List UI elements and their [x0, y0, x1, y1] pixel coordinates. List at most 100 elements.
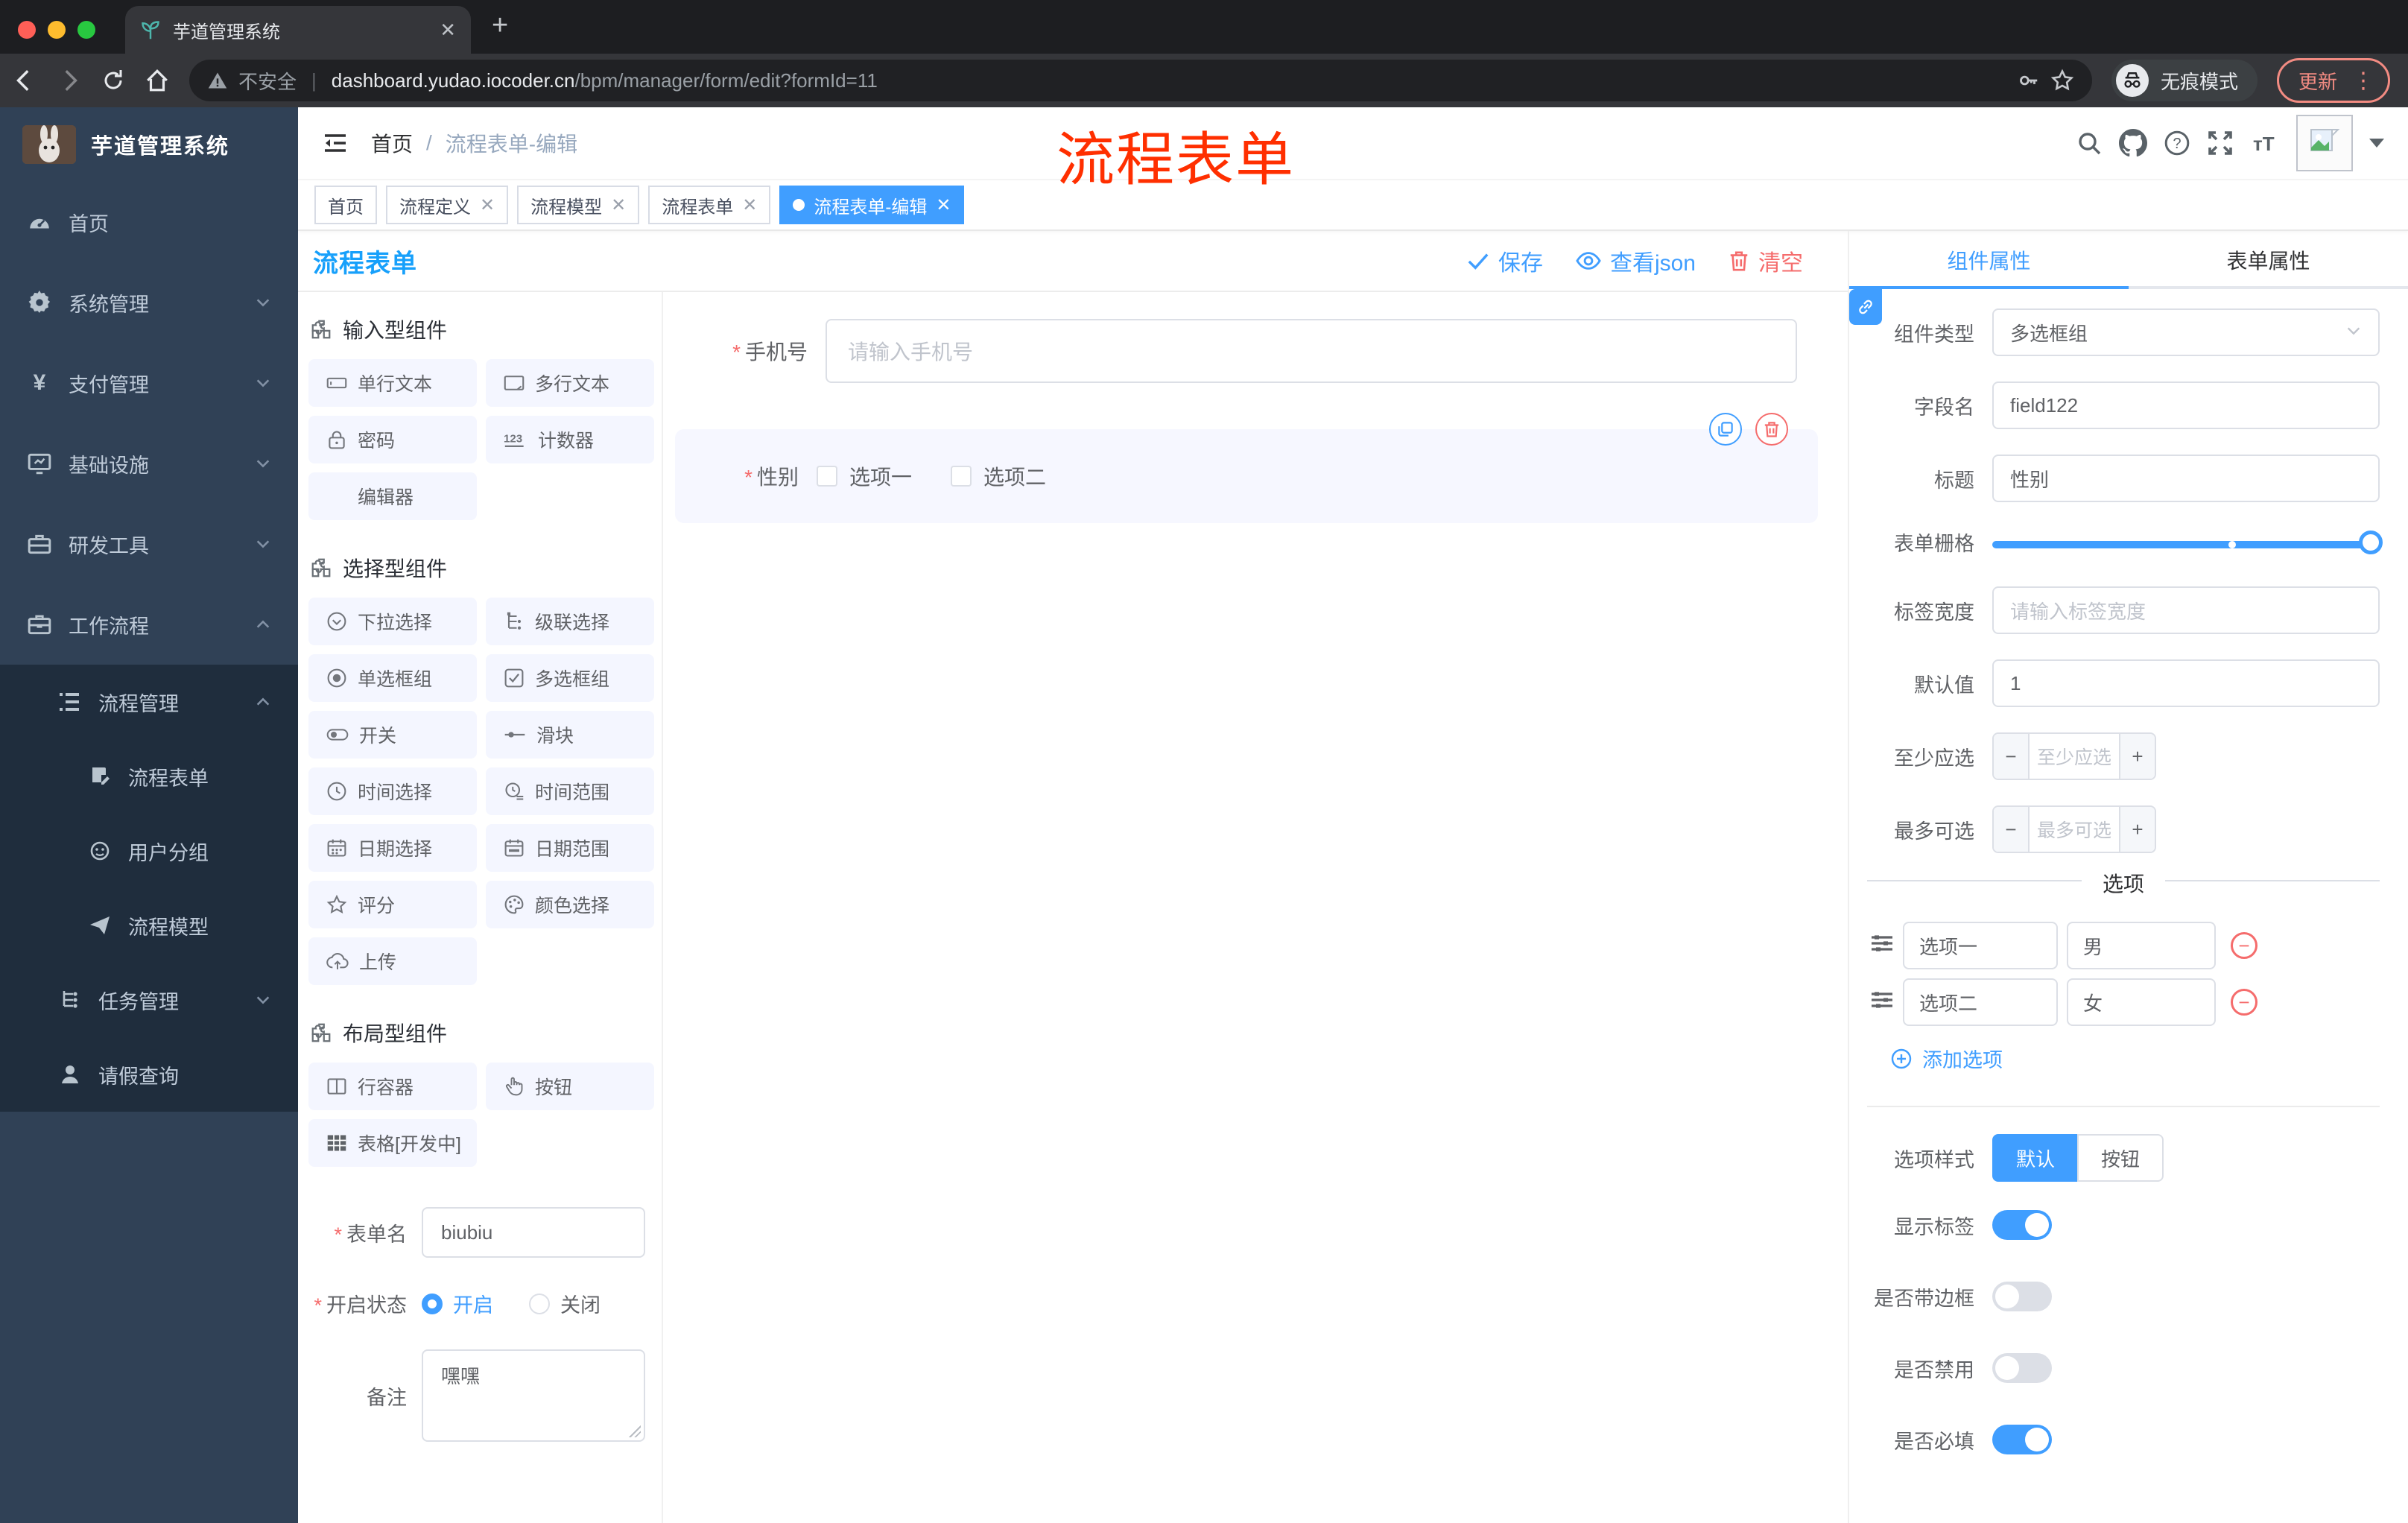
slider-handle[interactable]: [2359, 530, 2383, 554]
style-button-button[interactable]: 按钮: [2077, 1134, 2164, 1182]
title-input[interactable]: 性别: [1992, 455, 2380, 502]
component-chip-select[interactable]: 下拉选择: [308, 598, 477, 645]
reload-icon[interactable]: [101, 69, 125, 92]
min-select-placeholder[interactable]: 至少应选: [2030, 734, 2119, 779]
sidebar-item-workflow[interactable]: 工作流程: [0, 584, 298, 665]
link-field-button[interactable]: [1849, 289, 1882, 325]
sidebar-item-task-mgmt[interactable]: 任务管理: [0, 963, 298, 1037]
clear-button[interactable]: 清空: [1729, 244, 1803, 277]
status-radio-on[interactable]: 开启: [422, 1289, 493, 1318]
copy-component-button[interactable]: [1709, 413, 1742, 446]
component-chip-row-container[interactable]: 行容器: [308, 1063, 477, 1110]
field-name-input[interactable]: field122: [1992, 381, 2380, 429]
component-chip-time-range[interactable]: 时间范围: [486, 767, 654, 815]
drag-handle-icon[interactable]: [1870, 933, 1894, 959]
remove-option-button[interactable]: −: [2231, 932, 2258, 959]
component-chip-table[interactable]: 表格[开发中]: [308, 1119, 477, 1167]
form-canvas[interactable]: * 手机号 请输入手机号 * 性别 选项一 选项二: [663, 292, 1848, 1523]
sidebar-item-payment[interactable]: ¥ 支付管理: [0, 343, 298, 423]
drag-handle-icon[interactable]: [1870, 990, 1894, 1016]
fullscreen-icon[interactable]: [2207, 130, 2234, 156]
new-tab-button[interactable]: +: [471, 10, 508, 54]
sidebar-item-devtools[interactable]: 研发工具: [0, 504, 298, 584]
tab-close-icon[interactable]: ✕: [440, 20, 456, 39]
close-window-button[interactable]: [18, 21, 36, 39]
sidebar-item-process-mgmt[interactable]: 流程管理: [0, 665, 298, 739]
style-default-button[interactable]: 默认: [1992, 1134, 2078, 1182]
required-switch[interactable]: [1992, 1425, 2052, 1454]
help-icon[interactable]: ?: [2164, 130, 2190, 156]
component-chip-password[interactable]: 密码: [308, 416, 477, 463]
avatar[interactable]: [2296, 115, 2353, 171]
component-chip-upload[interactable]: 上传: [308, 937, 477, 985]
tag-process-definition[interactable]: 流程定义 ✕: [386, 186, 509, 224]
form-name-input[interactable]: biubiu: [422, 1207, 645, 1258]
tag-home[interactable]: 首页: [314, 186, 377, 224]
component-chip-color-picker[interactable]: 颜色选择: [486, 881, 654, 928]
component-type-select[interactable]: 多选框组: [1992, 308, 2380, 356]
back-icon[interactable]: [12, 68, 37, 93]
sidebar-item-process-form[interactable]: 流程表单: [0, 739, 298, 814]
component-chip-radio-group[interactable]: 单选框组: [308, 654, 477, 702]
github-icon[interactable]: [2119, 129, 2147, 157]
component-chip-counter[interactable]: 123 计数器: [486, 416, 654, 463]
font-size-icon[interactable]: тT: [2250, 130, 2280, 156]
tag-close-icon[interactable]: ✕: [936, 194, 951, 216]
option-label-input[interactable]: 选项一: [1903, 922, 2058, 969]
default-value-input[interactable]: 1: [1992, 659, 2380, 707]
stepper-minus-icon[interactable]: −: [1994, 807, 2030, 852]
show-label-switch[interactable]: [1992, 1210, 2052, 1240]
option-label-input[interactable]: 选项二: [1903, 978, 2058, 1026]
sidebar-item-system[interactable]: 系统管理: [0, 262, 298, 343]
sidebar-item-leave-query[interactable]: 请假查询: [0, 1037, 298, 1112]
status-radio-off[interactable]: 关闭: [529, 1289, 601, 1318]
add-option-button[interactable]: 添加选项: [1891, 1044, 2380, 1073]
gender-option-2[interactable]: 选项二: [951, 461, 1046, 491]
tag-close-icon[interactable]: ✕: [742, 194, 757, 216]
stepper-plus-icon[interactable]: +: [2119, 734, 2155, 779]
component-chip-rate[interactable]: 评分: [308, 881, 477, 928]
window-controls[interactable]: [0, 21, 113, 54]
component-chip-cascader[interactable]: 级联选择: [486, 598, 654, 645]
component-chip-switch[interactable]: 开关: [308, 711, 477, 759]
remove-option-button[interactable]: −: [2231, 989, 2258, 1016]
component-chip-slider[interactable]: 滑块: [486, 711, 654, 759]
component-chip-date-picker[interactable]: 日期选择: [308, 824, 477, 872]
component-chip-checkbox-group[interactable]: 多选框组: [486, 654, 654, 702]
gender-option-1[interactable]: 选项一: [817, 461, 912, 491]
phone-input[interactable]: 请输入手机号: [826, 319, 1797, 383]
home-icon[interactable]: [145, 68, 170, 93]
sidebar-item-infra[interactable]: 基础设施: [0, 423, 298, 504]
stepper-plus-icon[interactable]: +: [2119, 807, 2155, 852]
save-button[interactable]: 保存: [1467, 244, 1543, 277]
browser-tab[interactable]: 芋道管理系统 ✕: [125, 6, 471, 54]
component-chip-date-range[interactable]: 日期范围: [486, 824, 654, 872]
min-select-stepper[interactable]: − 至少应选 +: [1992, 732, 2156, 780]
option-value-input[interactable]: 男: [2067, 922, 2216, 969]
sidebar-item-home[interactable]: 首页: [0, 182, 298, 262]
forward-icon[interactable]: [57, 68, 82, 93]
sidebar-item-process-model[interactable]: 流程模型: [0, 888, 298, 963]
stepper-minus-icon[interactable]: −: [1994, 734, 2030, 779]
minimize-window-button[interactable]: [48, 21, 66, 39]
component-chip-button[interactable]: 按钮: [486, 1063, 654, 1110]
component-chip-time-picker[interactable]: 时间选择: [308, 767, 477, 815]
resize-grip-icon[interactable]: [629, 1425, 641, 1437]
bookmark-star-icon[interactable]: [2050, 69, 2074, 92]
max-select-stepper[interactable]: − 最多可选 +: [1992, 805, 2156, 853]
border-switch[interactable]: [1992, 1282, 2052, 1311]
checkbox-icon[interactable]: [817, 466, 837, 487]
caret-down-icon[interactable]: [2369, 137, 2384, 149]
password-key-icon[interactable]: [2018, 69, 2040, 92]
max-select-placeholder[interactable]: 最多可选: [2030, 807, 2119, 852]
form-grid-slider[interactable]: [1992, 530, 2383, 554]
tab-form-props[interactable]: 表单属性: [2129, 231, 2408, 289]
tag-process-form-edit[interactable]: 流程表单-编辑 ✕: [779, 186, 965, 224]
disabled-switch[interactable]: [1992, 1353, 2052, 1383]
delete-component-button[interactable]: [1755, 413, 1788, 446]
form-remark-textarea[interactable]: 嘿嘿: [422, 1349, 645, 1442]
checkbox-icon[interactable]: [951, 466, 972, 487]
breadcrumb-home[interactable]: 首页: [371, 128, 413, 158]
selected-component-block[interactable]: * 性别 选项一 选项二: [675, 413, 1818, 523]
browser-update-button[interactable]: 更新 ⋮: [2276, 58, 2390, 103]
